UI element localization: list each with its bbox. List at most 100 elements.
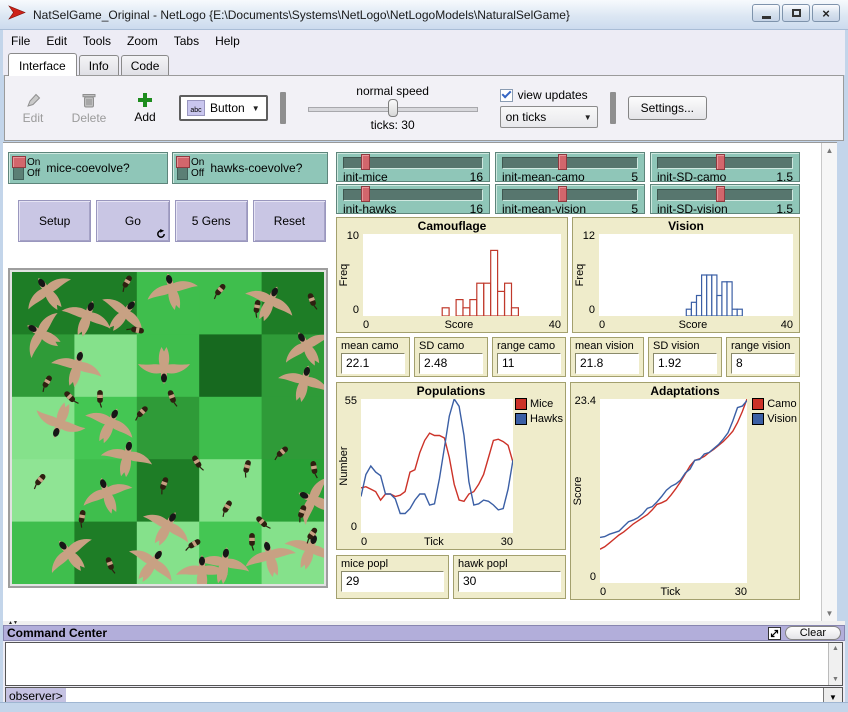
update-mode-dropdown[interactable]: on ticks ▼ xyxy=(500,106,598,128)
slider-knob[interactable] xyxy=(716,186,725,202)
monitor-value: 21.8 xyxy=(575,353,639,374)
command-center: Command Center Clear ▲ ▼ observer> ▼ xyxy=(3,625,845,702)
switch-mice-coevolve[interactable]: OnOff mice-coevolve? xyxy=(8,152,168,184)
monitor-range-vision: range vision 8 xyxy=(726,337,800,377)
scroll-down-icon[interactable]: ▼ xyxy=(832,676,839,683)
view-updates-label: view updates xyxy=(518,88,588,102)
monitor-value: 8 xyxy=(731,353,795,374)
menu-help[interactable]: Help xyxy=(207,31,248,51)
menu-file[interactable]: File xyxy=(3,31,38,51)
scroll-up-icon[interactable]: ▲ xyxy=(826,146,834,155)
slider-label: init-hawks xyxy=(343,202,396,216)
scroll-down-icon[interactable]: ▼ xyxy=(826,609,834,618)
monitor-hawk-popl: hawk popl 30 xyxy=(453,555,566,599)
y-axis-label: Freq xyxy=(338,264,350,287)
slider-track[interactable] xyxy=(343,157,483,169)
slider-init-mean-vision[interactable]: init-mean-vision5 xyxy=(495,184,645,214)
slider-value: 16 xyxy=(470,170,483,184)
delete-label: Delete xyxy=(72,111,107,125)
slider-init-SD-camo[interactable]: init-SD-camo1.5 xyxy=(650,152,800,182)
slider-knob[interactable] xyxy=(558,154,567,170)
switch-label: mice-coevolve? xyxy=(46,161,129,175)
mice-legend-swatch xyxy=(515,398,527,410)
slider-track[interactable] xyxy=(502,157,638,169)
edit-tool[interactable]: Edit xyxy=(11,92,55,125)
slider-init-hawks[interactable]: init-hawks16 xyxy=(336,184,490,214)
slider-init-mean-camo[interactable]: init-mean-camo5 xyxy=(495,152,645,182)
slider-track[interactable] xyxy=(657,157,793,169)
plot-title: Vision xyxy=(573,219,799,233)
monitor-label: mice popl xyxy=(337,556,448,571)
monitor-label: mean camo xyxy=(337,338,409,353)
ticks-counter: ticks: 30 xyxy=(371,118,415,132)
x-max-tick: 30 xyxy=(501,536,513,548)
monitor-value: 22.1 xyxy=(341,353,405,374)
setup-button[interactable]: Setup xyxy=(18,200,91,242)
maximize-button[interactable] xyxy=(782,4,810,22)
close-icon: × xyxy=(822,7,830,20)
switch-toggle[interactable]: OnOff xyxy=(13,156,40,180)
population-monitor-row: mice popl 29 hawk popl 30 xyxy=(336,555,566,599)
plot-camouflage: Camouflage 10 Freq 0 0 Score 40 xyxy=(336,217,568,333)
tab-interface[interactable]: Interface xyxy=(8,53,77,76)
output-scrollbar[interactable]: ▲ ▼ xyxy=(828,643,842,685)
add-tool[interactable]: Add xyxy=(123,92,167,124)
window-bottom-frame xyxy=(0,702,848,712)
clear-button[interactable]: Clear xyxy=(785,626,841,640)
monitor-mice-popl: mice popl 29 xyxy=(336,555,449,599)
world-view[interactable] xyxy=(8,268,328,588)
5-gens-button[interactable]: 5 Gens xyxy=(175,200,248,242)
view-updates-checkbox[interactable] xyxy=(500,89,513,102)
slider-knob[interactable] xyxy=(361,154,370,170)
monitor-value: 30 xyxy=(458,571,561,592)
go-label: Go xyxy=(125,214,141,228)
slider-knob[interactable] xyxy=(716,154,725,170)
legend: Camo Vision xyxy=(752,398,797,425)
tab-info[interactable]: Info xyxy=(79,55,119,75)
expand-icon[interactable] xyxy=(768,627,781,640)
slider-label: init-mean-vision xyxy=(502,202,586,216)
widget-type-dropdown[interactable]: abc Button ▼ xyxy=(179,95,268,121)
scroll-up-icon[interactable]: ▲ xyxy=(832,645,839,652)
switch-knob[interactable] xyxy=(12,156,26,168)
switch-knob[interactable] xyxy=(176,156,190,168)
go-button[interactable]: Go xyxy=(96,200,169,242)
menu-edit[interactable]: Edit xyxy=(38,31,75,51)
slider-track[interactable] xyxy=(343,189,483,201)
switch-hawks-coevolve[interactable]: OnOff hawks-coevolve? xyxy=(172,152,328,184)
vertical-scrollbar[interactable]: ▲ ▼ xyxy=(821,143,837,621)
slider-value: 1.5 xyxy=(776,202,793,216)
monitor-label: hawk popl xyxy=(454,556,565,571)
minimize-button[interactable] xyxy=(752,4,780,22)
tab-code[interactable]: Code xyxy=(121,55,170,75)
x-max-tick: 30 xyxy=(735,586,747,598)
settings-button[interactable]: Settings... xyxy=(628,96,707,120)
slider-track[interactable] xyxy=(502,189,638,201)
y-max-tick: 12 xyxy=(573,230,595,242)
reset-button[interactable]: Reset xyxy=(253,200,326,242)
delete-tool[interactable]: Delete xyxy=(67,92,111,125)
slider-knob[interactable] xyxy=(361,186,370,202)
slider-init-SD-vision[interactable]: init-SD-vision 1.5 xyxy=(650,184,800,214)
close-button[interactable]: × xyxy=(812,4,840,22)
speed-control: normal speed ticks: 30 xyxy=(298,84,488,132)
slider-init-mice[interactable]: init-mice16 xyxy=(336,152,490,182)
monitor-value: 1.92 xyxy=(653,353,717,374)
slider-label: init-SD-vision xyxy=(657,202,728,216)
plot-adaptations: Adaptations 23.4 Score 0 0 Tick 30 Camo … xyxy=(570,382,800,600)
switch-toggle[interactable]: OnOff xyxy=(177,156,204,180)
menu-tabs[interactable]: Tabs xyxy=(166,31,207,51)
slider-knob[interactable] xyxy=(558,186,567,202)
view-updates-group: view updates on ticks ▼ xyxy=(500,88,598,128)
slider-label: init-mean-camo xyxy=(502,170,585,184)
speed-slider[interactable] xyxy=(308,99,478,117)
off-label: Off xyxy=(27,168,40,179)
y-axis-label: Score xyxy=(572,477,584,506)
title-bar: NatSelGame_Original - NetLogo {E:\Docume… xyxy=(0,0,848,30)
menu-tools[interactable]: Tools xyxy=(75,31,119,51)
slider-track[interactable] xyxy=(657,189,793,201)
monitor-mean-camo: mean camo 22.1 xyxy=(336,337,410,377)
netlogo-arrow-icon xyxy=(8,5,26,25)
menu-zoom[interactable]: Zoom xyxy=(119,31,166,51)
speed-slider-thumb[interactable] xyxy=(388,99,398,117)
